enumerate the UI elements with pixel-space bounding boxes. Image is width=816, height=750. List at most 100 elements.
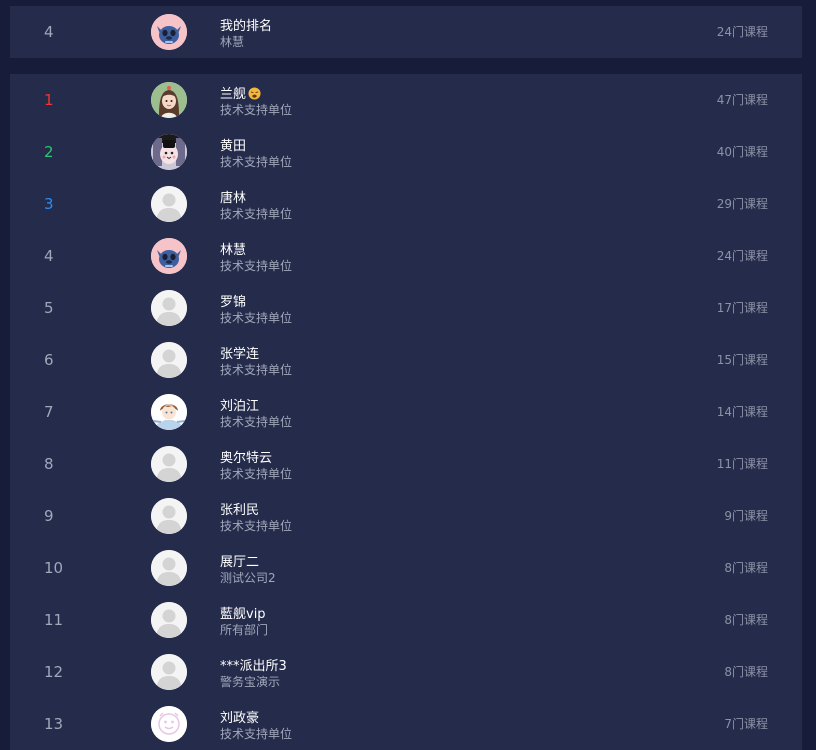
- user-name: 刘政豪: [220, 707, 259, 726]
- user-name-text: 刘政豪: [220, 711, 260, 726]
- stitch-avatar: [151, 238, 187, 274]
- leaderboard-row[interactable]: 8 奥尔特云 技术支持单位 11门课程: [10, 438, 802, 490]
- rank-number: 12: [44, 663, 64, 681]
- department-label: 技术支持单位: [220, 519, 293, 533]
- rank-number: 8: [44, 455, 54, 473]
- default-avatar: [151, 498, 187, 534]
- course-count: 8门课程: [724, 613, 768, 627]
- user-name: 林慧: [220, 239, 246, 258]
- course-count: 17门课程: [716, 301, 768, 315]
- leaderboard-row[interactable]: 2 黄田 技术支持单位 40门课程: [10, 126, 802, 178]
- leaderboard-row[interactable]: 3 唐林 技术支持单位 29门课程: [10, 178, 802, 230]
- rank-number: 11: [44, 611, 64, 629]
- user-name-text: 罗锦: [220, 295, 247, 310]
- leaderboard-row[interactable]: 11 藍舰vip 所有部门 8门课程: [10, 594, 802, 646]
- department-label: 技术支持单位: [220, 467, 293, 481]
- default-avatar: [151, 550, 187, 586]
- rank-number: 4: [44, 247, 54, 265]
- course-count: 11门课程: [716, 457, 768, 471]
- user-name-text: 张利民: [220, 503, 260, 518]
- default-avatar: [151, 290, 187, 326]
- course-count: 29门课程: [716, 197, 768, 211]
- user-name-text: 林慧: [220, 243, 247, 258]
- department-label: 技术支持单位: [220, 311, 293, 325]
- user-name-text: 展厅二: [220, 555, 260, 570]
- my-rank-panel: 4 我的排名 林慧 24门课程: [10, 6, 802, 58]
- leaderboard-row[interactable]: 1 兰舰 技术支持单位 47门课程: [10, 74, 802, 126]
- default-avatar: [151, 654, 187, 690]
- rank-number: 13: [44, 715, 64, 733]
- leaderboard-row[interactable]: 10 展厅二 测试公司2 8门课程: [10, 542, 802, 594]
- department-label: 警务宝演示: [220, 675, 281, 689]
- rank-number: 4: [44, 23, 54, 41]
- department-label: 技术支持单位: [220, 207, 293, 221]
- rank-number: 10: [44, 559, 64, 577]
- user-name: 罗锦: [220, 291, 246, 310]
- course-count: 7门课程: [724, 717, 768, 731]
- department-label: 技术支持单位: [220, 259, 293, 273]
- user-name: 藍舰vip: [220, 603, 266, 622]
- anime-boy-avatar: [151, 394, 187, 430]
- course-count: 40门课程: [716, 145, 768, 159]
- leaderboard-row[interactable]: 12 ***派出所3 警务宝演示 8门课程: [10, 646, 802, 698]
- department-label: 所有部门: [220, 623, 269, 637]
- department-label: 技术支持单位: [220, 155, 293, 169]
- weary-face-icon: [248, 87, 261, 100]
- rank-number: 5: [44, 299, 54, 317]
- rank-number: 1: [44, 91, 54, 109]
- department-label: 测试公司2: [220, 571, 276, 585]
- rank-number: 3: [44, 195, 54, 213]
- leaderboard-row[interactable]: 13 刘政豪 技术支持单位 7门课程: [10, 698, 802, 750]
- department-label: 技术支持单位: [220, 415, 293, 429]
- user-name: 刘泊江: [220, 395, 259, 414]
- leaderboard-row[interactable]: 6 张学连 技术支持单位 15门课程: [10, 334, 802, 386]
- rank-number: 7: [44, 403, 54, 421]
- department-label: 技术支持单位: [220, 363, 293, 377]
- cat-avatar: [151, 134, 187, 170]
- stitch-avatar: [151, 14, 187, 50]
- leaderboard-row[interactable]: 7 刘泊江 技术支持单位 14门课程: [10, 386, 802, 438]
- user-name-text: ***派出所3: [220, 659, 287, 674]
- department-label: 技术支持单位: [220, 103, 293, 117]
- course-count: 9门课程: [724, 509, 768, 523]
- leaderboard-list: 1 兰舰 技术支持单位 47门课程 2 黄田 技术支持单位 40门课程 3 唐林 技术支持单位 29门…: [10, 74, 802, 750]
- user-name-text: 藍舰vip: [220, 607, 266, 622]
- course-count: 24门课程: [716, 249, 768, 263]
- course-count: 15门课程: [716, 353, 768, 367]
- user-name: 展厅二: [220, 551, 259, 570]
- user-name: 黄田: [220, 135, 246, 154]
- leaderboard-row[interactable]: 4 林慧 技术支持单位 24门课程: [10, 230, 802, 282]
- course-count: 24门课程: [716, 25, 768, 39]
- user-name-text: 唐林: [220, 191, 247, 206]
- my-rank-title: 我的排名: [220, 19, 273, 34]
- leaderboard-row[interactable]: 5 罗锦 技术支持单位 17门课程: [10, 282, 802, 334]
- user-name-text: 奥尔特云: [220, 451, 273, 466]
- user-name-text: 黄田: [220, 139, 247, 154]
- user-name: 张学连: [220, 343, 259, 362]
- user-name: 张利民: [220, 499, 259, 518]
- rank-number: 2: [44, 143, 54, 161]
- user-name-text: 刘泊江: [220, 399, 260, 414]
- user-name: 奥尔特云: [220, 447, 272, 466]
- my-rank-row[interactable]: 4 我的排名 林慧 24门课程: [10, 6, 802, 58]
- user-name: 兰舰: [220, 83, 261, 102]
- default-avatar: [151, 446, 187, 482]
- rank-number: 9: [44, 507, 54, 525]
- course-count: 14门课程: [716, 405, 768, 419]
- course-count: 8门课程: [724, 665, 768, 679]
- user-name: ***派出所3: [220, 655, 287, 674]
- leaderboard-row[interactable]: 9 张利民 技术支持单位 9门课程: [10, 490, 802, 542]
- user-name: 唐林: [220, 187, 246, 206]
- rank-number: 6: [44, 351, 54, 369]
- course-count: 47门课程: [716, 93, 768, 107]
- default-avatar: [151, 602, 187, 638]
- default-avatar: [151, 186, 187, 222]
- user-name-text: 兰舰: [220, 87, 247, 102]
- doodle-avatar: [151, 706, 187, 742]
- course-count: 8门课程: [724, 561, 768, 575]
- user-name: 林慧: [220, 35, 245, 49]
- department-label: 技术支持单位: [220, 727, 293, 741]
- girl-avatar: [151, 82, 187, 118]
- ranking-page: 4 我的排名 林慧 24门课程 1 兰舰 技术支持单位 47门课程 2 黄田 技术支持单位 4…: [0, 0, 816, 750]
- default-avatar: [151, 342, 187, 378]
